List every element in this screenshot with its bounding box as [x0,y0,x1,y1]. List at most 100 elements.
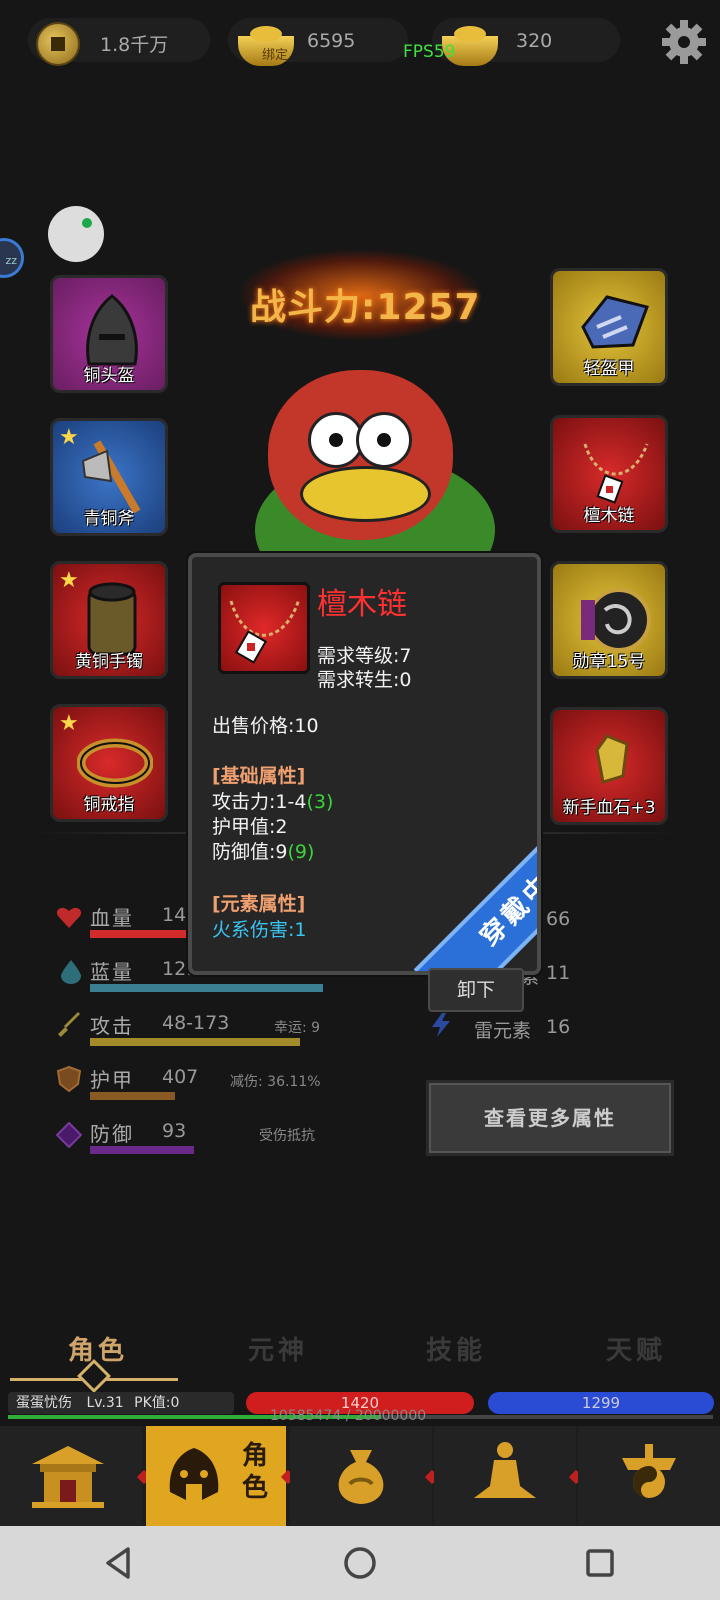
copper-coin-icon [36,22,80,66]
meditation-icon [474,1442,536,1498]
element-attributes-header: [元素属性] [212,893,306,915]
equip-slot-label: 青铜斧 [83,509,135,529]
luck-note: 幸运: 9 [274,1020,321,1036]
lightning-icon [432,1013,450,1037]
equip-slot-necklace[interactable]: 檀木链 [550,415,668,533]
equip-slot-helmet[interactable]: 铜头盔 [50,275,168,393]
hp-value: 14 [162,904,187,926]
damage-reduction-note: 减伤: 36.11% [230,1074,321,1090]
bound-gold-badge: 绑定 [262,48,289,63]
unequip-button[interactable]: 卸下 [428,968,524,1012]
base-attributes-header: [基础属性] [212,765,306,787]
equip-slot-label: 铜头盔 [83,366,135,386]
popup-item-icon [218,582,310,674]
equip-slot-label: 铜戒指 [83,795,135,815]
mp-label: 蓝量 [90,960,134,984]
player-pk: PK值:0 [134,1395,180,1411]
defense-icon [56,1122,82,1148]
yin-yang-icon [622,1444,676,1498]
exp-text: 10585474 / 20000000 [270,1408,427,1424]
player-level: Lv.31 [86,1395,124,1411]
home-icon[interactable] [340,1543,380,1583]
nav-bag[interactable] [290,1426,432,1526]
attack-value: 48-173 [162,1012,230,1034]
mp-bar [90,984,323,992]
helmet-icon [86,294,138,366]
more-attributes-button[interactable]: 查看更多属性 [426,1080,674,1156]
equip-slot-label: 黄铜手镯 [75,652,143,672]
tab-spirit[interactable]: 元神 [248,1330,308,1367]
equip-slot-bloodstone[interactable]: 新手血石+3 [550,707,668,825]
player-info: 蛋蛋忧伤 Lv.31 PK值:0 [8,1392,234,1414]
fps-counter: FPS59 [403,42,456,62]
attack-bar [90,1038,300,1046]
equip-slot-bracelet[interactable]: ★ 黄铜手镯 [50,561,168,679]
thunder-label: 雷元素 [474,1020,532,1042]
nav-character-label: 角色 [242,1441,269,1503]
player-mp-bar: 1299 [488,1392,714,1414]
armor-value: 407 [162,1066,199,1088]
equip-slot-ring[interactable]: ★ 铜戒指 [50,704,168,822]
required-level: 需求等级:7 [317,645,412,667]
defense-bar [90,1146,194,1154]
system-navigation-bar [0,1526,720,1600]
helmet-icon [169,1448,219,1500]
combat-power: 战斗力:1257 [250,287,481,328]
required-rebirth: 需求转生:0 [317,669,412,691]
back-icon[interactable] [98,1543,138,1583]
ring-icon [77,738,153,788]
bloodstone-icon [595,734,629,784]
heart-icon [56,907,82,928]
equip-slot-label: 新手血石+3 [562,798,656,818]
defense-attribute: 防御值:9(9) [212,837,314,864]
floating-ball[interactable] [48,206,104,262]
equip-slot-medal[interactable]: 勋章15号 [550,561,668,679]
money-bag-icon [338,1450,384,1504]
nav-palace[interactable] [0,1426,142,1526]
defense-attribute-text: 防御值:9 [212,841,288,863]
attack-attribute-text: 攻击力:1-4 [212,791,307,813]
tab-skills[interactable]: 技能 [426,1330,486,1367]
element-value-2: 11 [546,962,571,984]
gold-amount: 320 [516,30,553,52]
sleep-badge[interactable]: zz [0,238,24,278]
popup-item-title: 檀木链 [317,587,407,622]
character-right-eye [356,412,412,468]
palace-icon [32,1446,104,1508]
character-beak [300,466,431,522]
necklace-icon [583,443,649,504]
resistance-note: 受伤抵抗 [259,1128,315,1144]
armor-attribute: 护甲值:2 [212,816,288,838]
equip-slot-axe[interactable]: ★ 青铜斧 [50,418,168,536]
equipped-ribbon: 穿戴中 [413,806,537,971]
attack-label: 攻击 [90,1014,134,1038]
equip-slot-label: 檀木链 [583,506,635,526]
drop-icon [61,960,81,984]
star-icon: ★ [59,711,79,736]
tab-talents[interactable]: 天赋 [606,1330,666,1367]
player-name: 蛋蛋忧伤 [16,1395,72,1411]
item-detail-popup: 檀木链 需求等级:7 需求转生:0 出售价格:10 [基础属性] 攻击力:1-4… [188,553,541,975]
nav-meditation[interactable] [434,1426,576,1526]
necklace-icon [229,598,301,664]
copper-coin-amount: 1.8千万 [100,34,169,56]
tab-character[interactable]: 角色 [68,1330,128,1367]
bound-gold-amount: 6595 [307,30,356,52]
hp-label: 血量 [90,906,134,930]
medal-icon [581,588,651,652]
armor-bar [90,1092,175,1100]
fire-damage-attribute: 火系伤害:1 [212,919,307,941]
star-icon: ★ [59,425,79,450]
sell-price: 出售价格:10 [212,715,319,737]
nav-taoism[interactable] [578,1426,720,1526]
hp-bar [90,930,190,938]
attack-attribute: 攻击力:1-4(3) [212,787,333,814]
defense-value: 93 [162,1120,187,1142]
gear-icon[interactable] [660,18,708,66]
nav-character[interactable]: 角色 [146,1426,286,1526]
thunder-value: 16 [546,1016,571,1038]
armor-label: 护甲 [90,1068,134,1092]
attack-bonus: (3) [306,791,334,813]
recents-icon[interactable] [580,1543,620,1583]
equip-slot-armor[interactable]: 轻盔甲 [550,268,668,386]
